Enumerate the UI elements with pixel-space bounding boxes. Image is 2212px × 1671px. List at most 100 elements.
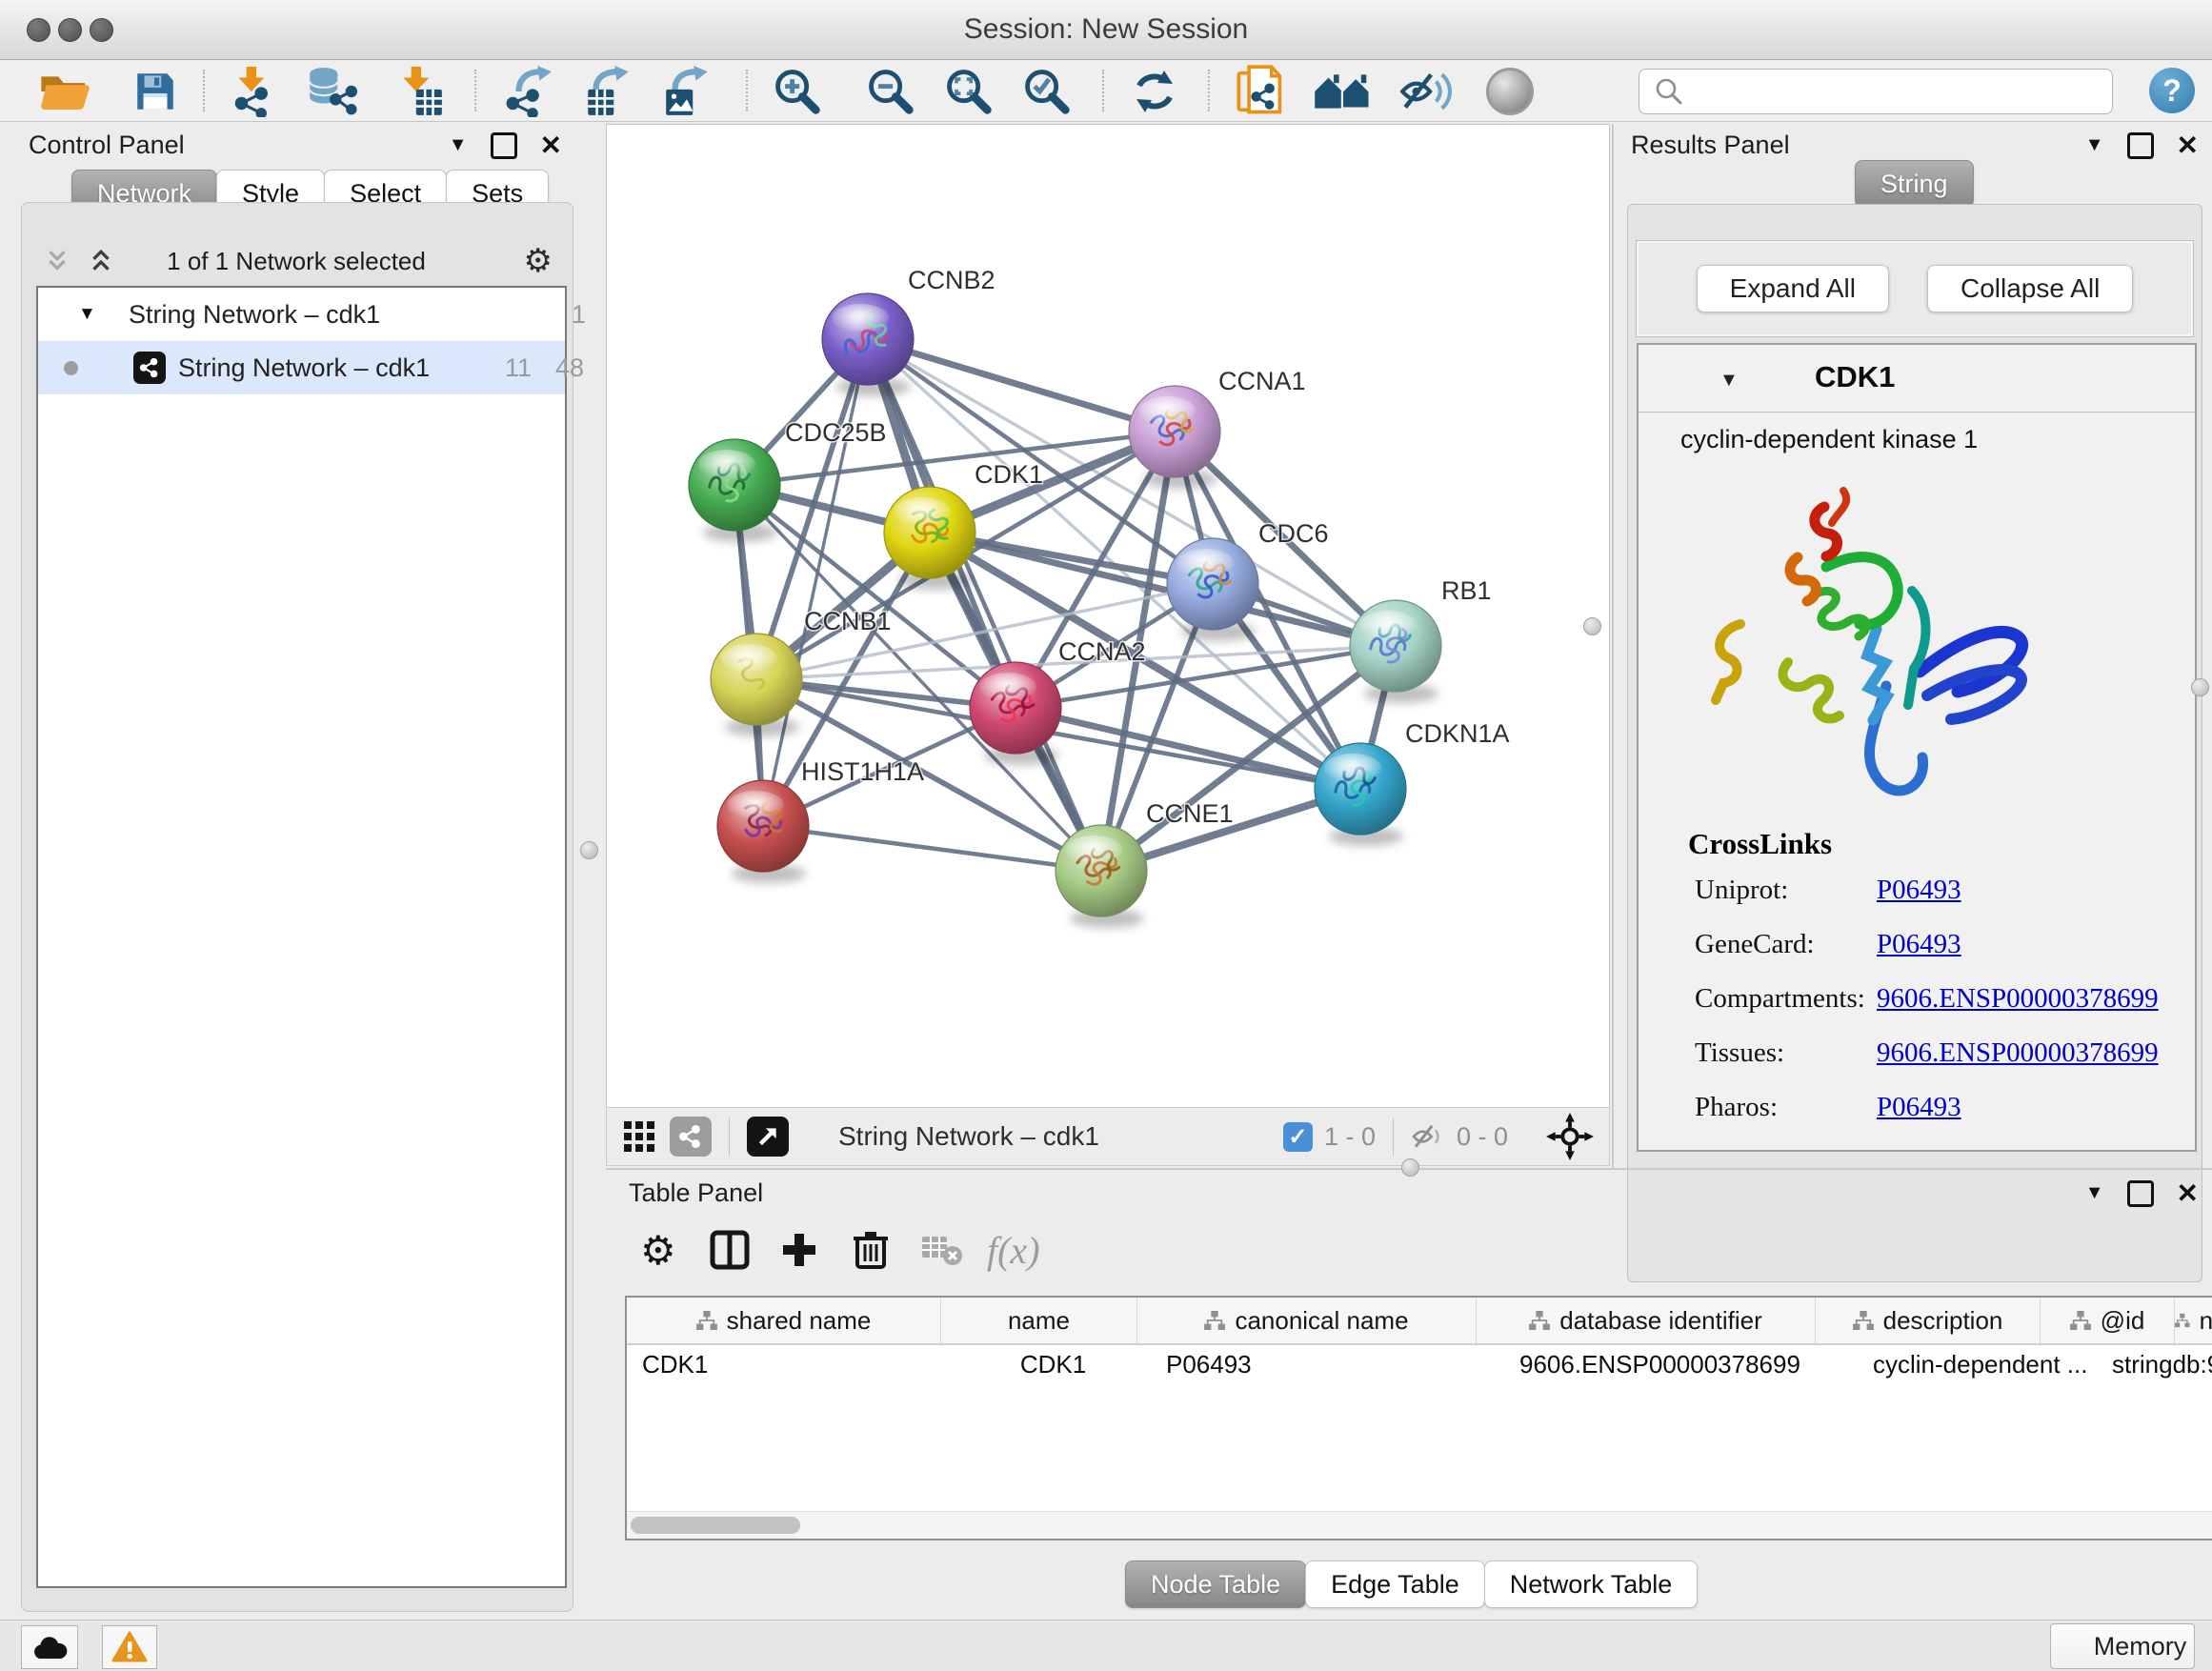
refresh-view-button[interactable]	[1128, 66, 1181, 117]
open-in-new-window-icon[interactable]	[747, 1117, 789, 1157]
node-ccne1[interactable]: CCNE1	[1056, 799, 1234, 928]
column-header-shared-name[interactable]: shared name	[627, 1298, 941, 1343]
edge-ccnb2-ccne1[interactable]	[868, 339, 1101, 871]
tab-string[interactable]: String	[1855, 160, 1973, 208]
tree-expand-icon[interactable]: ▼	[78, 304, 96, 325]
table-tab-edge-table[interactable]: Edge Table	[1305, 1560, 1485, 1608]
show-columns-icon[interactable]	[709, 1225, 751, 1275]
search-input[interactable]	[1693, 71, 2112, 111]
delete-table-icon[interactable]	[920, 1225, 964, 1275]
selected-checkbox[interactable]: ✓	[1283, 1122, 1313, 1152]
node-result-card: ▼ CDK1 cyclin-dependent kinase 1	[1637, 343, 2197, 1152]
table-cell[interactable]: cyclin-dependent ...	[1858, 1345, 2097, 1383]
column-header--id[interactable]: @id	[2041, 1298, 2175, 1343]
table-row[interactable]: CDK1CDK1P064939606.ENSP00000378699cyclin…	[627, 1345, 2212, 1383]
collapse-all-button[interactable]: Collapse All	[1927, 265, 2133, 312]
table-cell[interactable]: CDK1	[627, 1345, 955, 1383]
panel-close-icon[interactable]: ✕	[2177, 130, 2199, 161]
column-header-canonical-name[interactable]: canonical name	[1137, 1298, 1477, 1343]
crosslink-link[interactable]: P06493	[1877, 1092, 1961, 1123]
edge-ccnb2-ccna1[interactable]	[868, 339, 1175, 432]
inactive-eye-button[interactable]	[1482, 66, 1538, 117]
node-rb1[interactable]: RB1	[1350, 576, 1492, 703]
column-header-description[interactable]: description	[1816, 1298, 2041, 1343]
help-button[interactable]: ?	[2149, 68, 2195, 113]
panel-menu-icon[interactable]: ▼	[2085, 1182, 2104, 1204]
export-image-button[interactable]	[657, 66, 716, 117]
home-button[interactable]	[1311, 66, 1376, 117]
export-table-button[interactable]	[579, 66, 636, 117]
network-canvas[interactable]: CCNB2CCNA1CDC25BCDK1CDC6RB1CCNB1CCNA2CDK…	[606, 124, 1610, 1108]
panel-float-icon[interactable]	[2127, 1180, 2154, 1207]
protein-structure-image	[1681, 457, 2062, 810]
node-hist1h1a[interactable]: HIST1H1A	[717, 757, 924, 883]
network-row-selected[interactable]: String Network – cdk1 11 48	[38, 341, 565, 394]
panel-close-icon[interactable]: ✕	[2177, 1178, 2199, 1209]
duplicate-network-button[interactable]	[1233, 66, 1290, 117]
panel-float-icon[interactable]	[491, 132, 517, 159]
table-cell[interactable]: 9606.ENSP00000378699	[1504, 1345, 1858, 1383]
table-tab-node-table[interactable]: Node Table	[1125, 1560, 1306, 1608]
node-cdkn1a[interactable]: CDKN1A	[1315, 719, 1510, 846]
column-header-database-identifier[interactable]: database identifier	[1477, 1298, 1816, 1343]
crosslink-link[interactable]: P06493	[1877, 875, 1961, 906]
collapse-entry-icon[interactable]: ▼	[1719, 370, 1739, 392]
warnings-button[interactable]	[102, 1625, 157, 1669]
footer-separator	[1393, 1117, 1394, 1156]
panel-float-icon[interactable]	[2127, 132, 2154, 159]
search-box[interactable]	[1639, 69, 2113, 114]
zoom-fit-button[interactable]	[939, 66, 998, 117]
right-splitter-handle[interactable]	[1583, 617, 1601, 635]
network-collection-row[interactable]: ▼ String Network – cdk1 1	[38, 288, 565, 341]
scrollbar-thumb[interactable]	[631, 1517, 800, 1534]
crosslink-link[interactable]: 9606.ENSP00000378699	[1877, 1037, 2159, 1069]
expand-all-button[interactable]: Expand All	[1697, 265, 1889, 312]
crosslink-link[interactable]: 9606.ENSP00000378699	[1877, 983, 2159, 1015]
zoom-selected-button[interactable]	[1017, 66, 1076, 117]
function-builder-icon[interactable]: f(x)	[987, 1225, 1040, 1275]
save-session-button[interactable]	[130, 66, 181, 117]
table-options-gear-icon[interactable]: ⚙	[640, 1225, 676, 1275]
network-view-icon[interactable]	[670, 1117, 712, 1157]
open-session-button[interactable]	[36, 66, 95, 117]
network-selection-status: 1 of 1 Network selected	[21, 247, 572, 276]
node-ccnb1[interactable]: CCNB1	[711, 607, 892, 736]
left-splitter-handle[interactable]	[580, 841, 598, 859]
cloud-status-button[interactable]	[21, 1625, 78, 1669]
bottom-splitter-handle[interactable]	[1401, 1158, 1419, 1177]
table-cell[interactable]: CDK1	[955, 1345, 1151, 1383]
table-cell[interactable]: P06493	[1151, 1345, 1504, 1383]
table-cell[interactable]: stringdb:9...	[2097, 1345, 2212, 1383]
vertical-splitter[interactable]	[1612, 124, 1614, 1168]
toggle-graphics-details-button[interactable]	[1397, 66, 1456, 117]
grid-view-icon[interactable]	[618, 1117, 660, 1157]
table-horizontal-scrollbar[interactable]	[627, 1511, 2212, 1539]
node-label-cdc25b: CDC25B	[785, 418, 887, 447]
column-header-label: name	[1008, 1306, 1070, 1336]
zoom-out-button[interactable]	[861, 66, 920, 117]
panel-close-icon[interactable]: ✕	[540, 130, 562, 161]
houses-icon	[1313, 68, 1374, 115]
import-network-button[interactable]	[227, 66, 284, 117]
column-header-name[interactable]: name	[941, 1298, 1137, 1343]
export-network-button[interactable]	[501, 66, 560, 117]
question-mark-icon: ?	[2162, 73, 2182, 109]
edge-splitter-handle[interactable]	[2191, 678, 2209, 696]
column-header-namespace[interactable]: namespace	[2175, 1298, 2212, 1343]
birdseye-navigator-icon[interactable]	[1546, 1113, 1594, 1160]
network-graph[interactable]: CCNB2CCNA1CDC25BCDK1CDC6RB1CCNB1CCNA2CDK…	[607, 125, 1609, 1108]
panel-menu-icon[interactable]: ▼	[2085, 134, 2104, 156]
memory-status-button[interactable]: Memory	[2050, 1623, 2195, 1669]
import-table-button[interactable]	[392, 66, 448, 117]
string-tab-label[interactable]: String	[1855, 160, 1974, 208]
table-tab-network-table[interactable]: Network Table	[1484, 1560, 1699, 1608]
edge-ccnb2-hist1h1a[interactable]	[763, 339, 868, 826]
edge-hist1h1a-ccne1[interactable]	[763, 826, 1101, 871]
crosslink-link[interactable]: P06493	[1877, 929, 1961, 960]
create-column-icon[interactable]	[779, 1225, 819, 1275]
panel-menu-icon[interactable]: ▼	[449, 134, 468, 156]
import-database-button[interactable]	[299, 66, 360, 117]
delete-column-icon[interactable]	[852, 1225, 890, 1275]
network-options-gear-icon[interactable]: ⚙	[524, 245, 553, 277]
zoom-in-button[interactable]	[768, 66, 827, 117]
